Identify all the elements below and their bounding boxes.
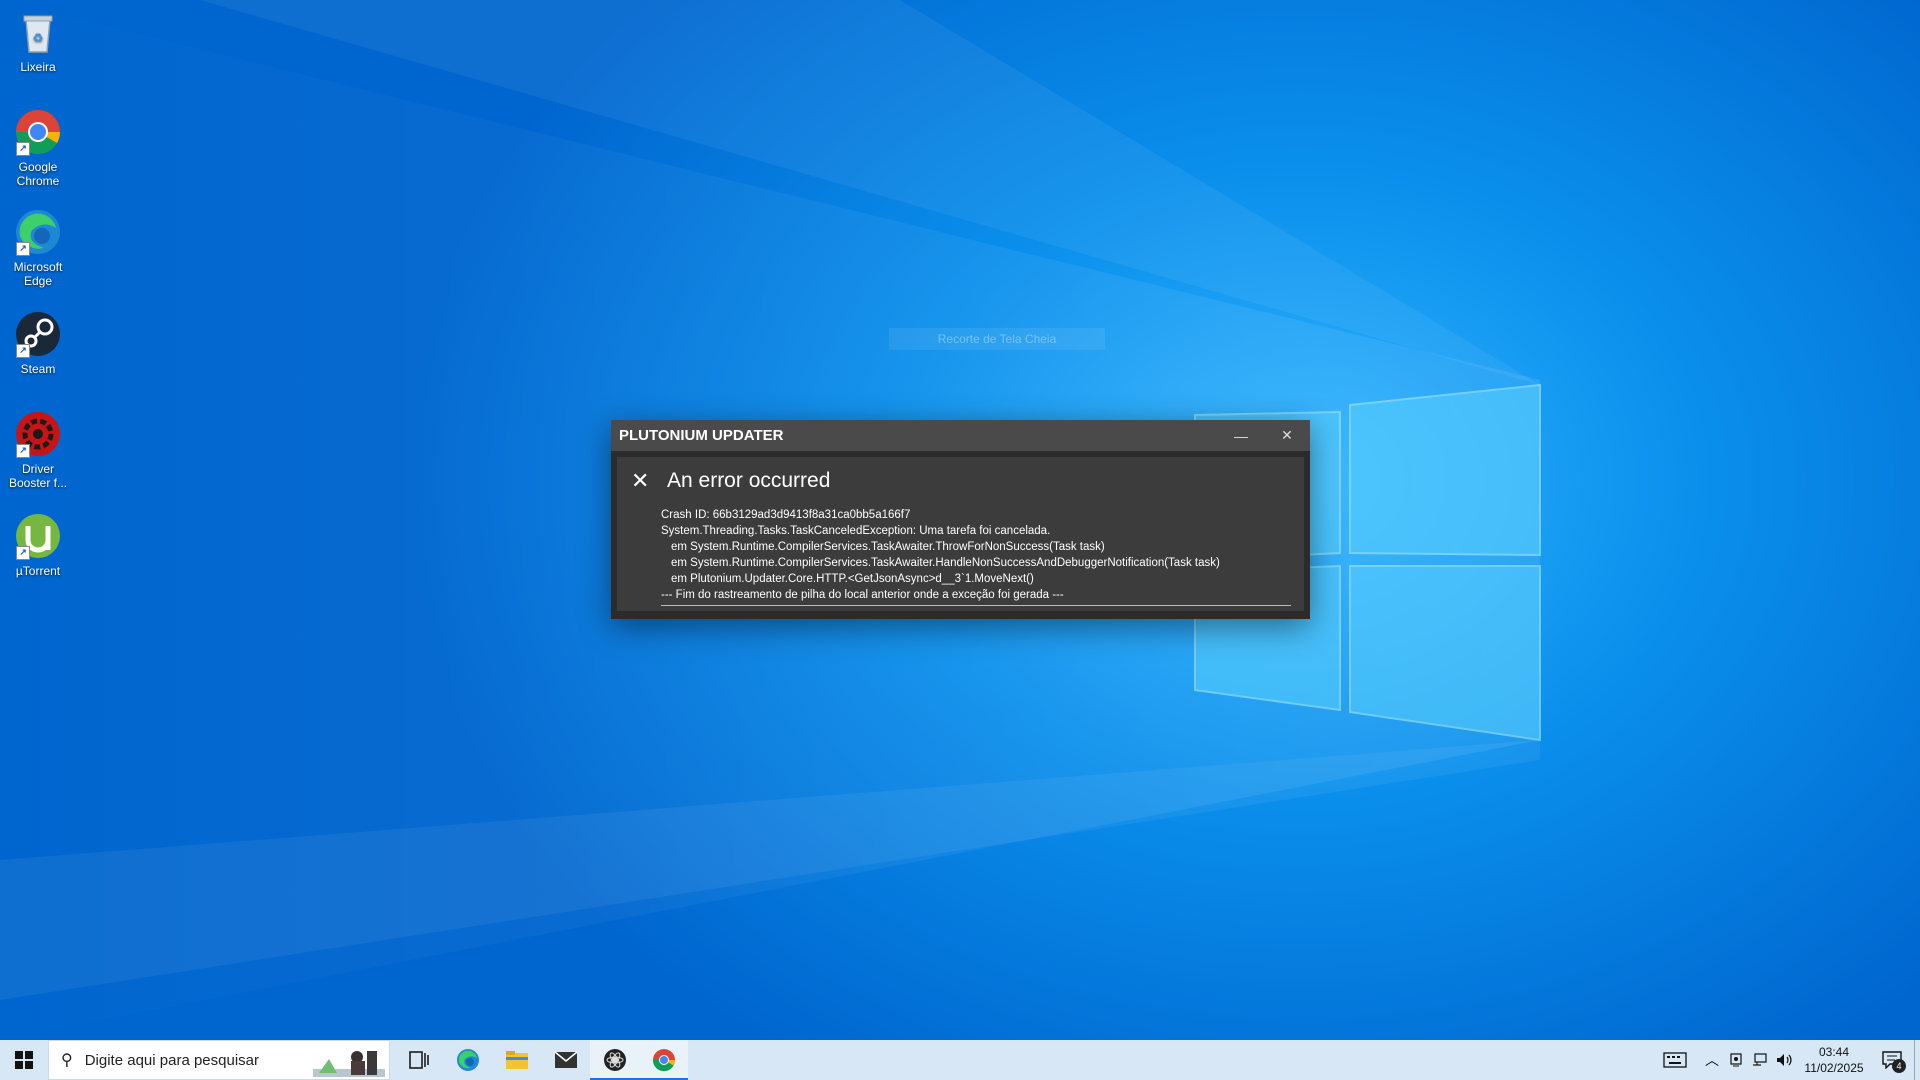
taskbar-search[interactable]: ⚲ [48,1040,390,1080]
clock-time: 03:44 [1818,1045,1850,1059]
shortcut-arrow-icon: ↗ [16,344,30,358]
onedrive-status-icon[interactable] [1724,1040,1748,1080]
desktop-icon-steam[interactable]: ↗ Steam [0,310,76,376]
file-explorer-icon [505,1051,528,1069]
minimize-button[interactable]: — [1218,420,1264,451]
snip-tooltip: Recorte de Tela Cheia [889,328,1105,350]
chrome-icon [652,1049,675,1072]
start-button[interactable] [0,1040,48,1080]
mail-icon [554,1051,577,1068]
trace-line: System.Threading.Tasks.TaskCanceledExcep… [661,525,1051,537]
recycle-bin-icon: ♻ [14,8,62,56]
taskbar: ⚲ Digite aqui para pesquisar ︿ 03:44 11/… [0,1040,1920,1080]
window-title: PLUTONIUM UPDATER [619,427,784,444]
search-input[interactable] [82,1050,317,1070]
trace-line: em Plutonium.Updater.Core.HTTP.<GetJsonA… [671,573,1034,585]
network-icon[interactable] [1748,1040,1772,1080]
chrome-icon: ↗ [14,108,62,156]
error-title: An error occurred [667,469,831,492]
search-highlight-illustration-icon[interactable] [313,1045,385,1077]
desktop-icon-utorrent[interactable]: ↗ µTorrent [0,512,76,578]
taskbar-app-chrome[interactable] [639,1040,688,1080]
shortcut-arrow-icon: ↗ [16,444,30,458]
search-icon: ⚲ [61,1052,73,1069]
taskbar-app-edge[interactable] [443,1040,492,1080]
shortcut-arrow-icon: ↗ [16,142,30,156]
task-view-icon [408,1051,429,1069]
taskbar-app-mail[interactable] [541,1040,590,1080]
trace-line: em System.Runtime.CompilerServices.TaskA… [671,557,1220,569]
taskbar-app-plutonium[interactable] [590,1040,639,1080]
utorrent-icon: ↗ [14,512,62,560]
desktop-icon-microsoft-edge[interactable]: ↗ Microsoft Edge [0,208,76,288]
taskbar-app-file-explorer[interactable] [492,1040,541,1080]
shortcut-arrow-icon: ↗ [16,242,30,256]
edge-icon: ↗ [14,208,62,256]
desktop-wallpaper[interactable]: ♻ Lixeira ↗ Google Chrome ↗ Microsoft Ed… [0,0,1920,1040]
keyboard-layout-icon[interactable] [1650,1040,1700,1080]
steam-icon: ↗ [14,310,62,358]
volume-icon[interactable] [1772,1040,1798,1080]
chevron-up-icon[interactable]: ︿ [1700,1040,1724,1080]
shortcut-arrow-icon: ↗ [16,546,30,560]
taskbar-clock[interactable]: 03:44 11/02/2025 [1798,1044,1870,1076]
close-button[interactable]: ✕ [1264,420,1310,451]
show-desktop-button[interactable] [1914,1040,1920,1080]
error-header: ✕ An error occurred [631,469,830,493]
error-panel: ✕ An error occurred Crash ID: 66b3129ad3… [617,457,1304,611]
edge-icon [456,1049,479,1071]
trace-line: em System.Runtime.CompilerServices.TaskA… [671,541,1105,553]
windows-icon [15,1051,33,1069]
system-tray: ︿ 03:44 11/02/2025 4 [1650,1040,1920,1080]
desktop-icon-driver-booster[interactable]: ↗ Driver Booster f... [0,410,76,490]
taskbar-apps [394,1040,688,1080]
clock-date: 11/02/2025 [1804,1061,1864,1075]
notification-count-badge: 4 [1892,1059,1906,1073]
plutonium-updater-window: PLUTONIUM UPDATER — ✕ ✕ An error occurre… [611,420,1310,619]
window-titlebar[interactable]: PLUTONIUM UPDATER — ✕ [611,420,1310,451]
window-controls: — ✕ [1218,420,1310,451]
plutonium-icon [603,1049,626,1071]
error-x-icon: ✕ [631,468,650,493]
driver-booster-icon: ↗ [14,410,62,458]
task-view-button[interactable] [394,1040,443,1080]
desktop-icon-google-chrome[interactable]: ↗ Google Chrome [0,108,76,188]
action-center-button[interactable]: 4 [1870,1040,1914,1080]
trace-line: --- Fim do rastreamento de pilha do loca… [661,589,1064,601]
stack-trace-text[interactable]: Crash ID: 66b3129ad3d9413f8a31ca0bb5a166… [661,507,1291,606]
trace-line: Crash ID: 66b3129ad3d9413f8a31ca0bb5a166… [661,509,911,521]
desktop-icon-recycle-bin[interactable]: ♻ Lixeira [0,8,76,74]
svg-text:♻: ♻ [33,31,44,45]
